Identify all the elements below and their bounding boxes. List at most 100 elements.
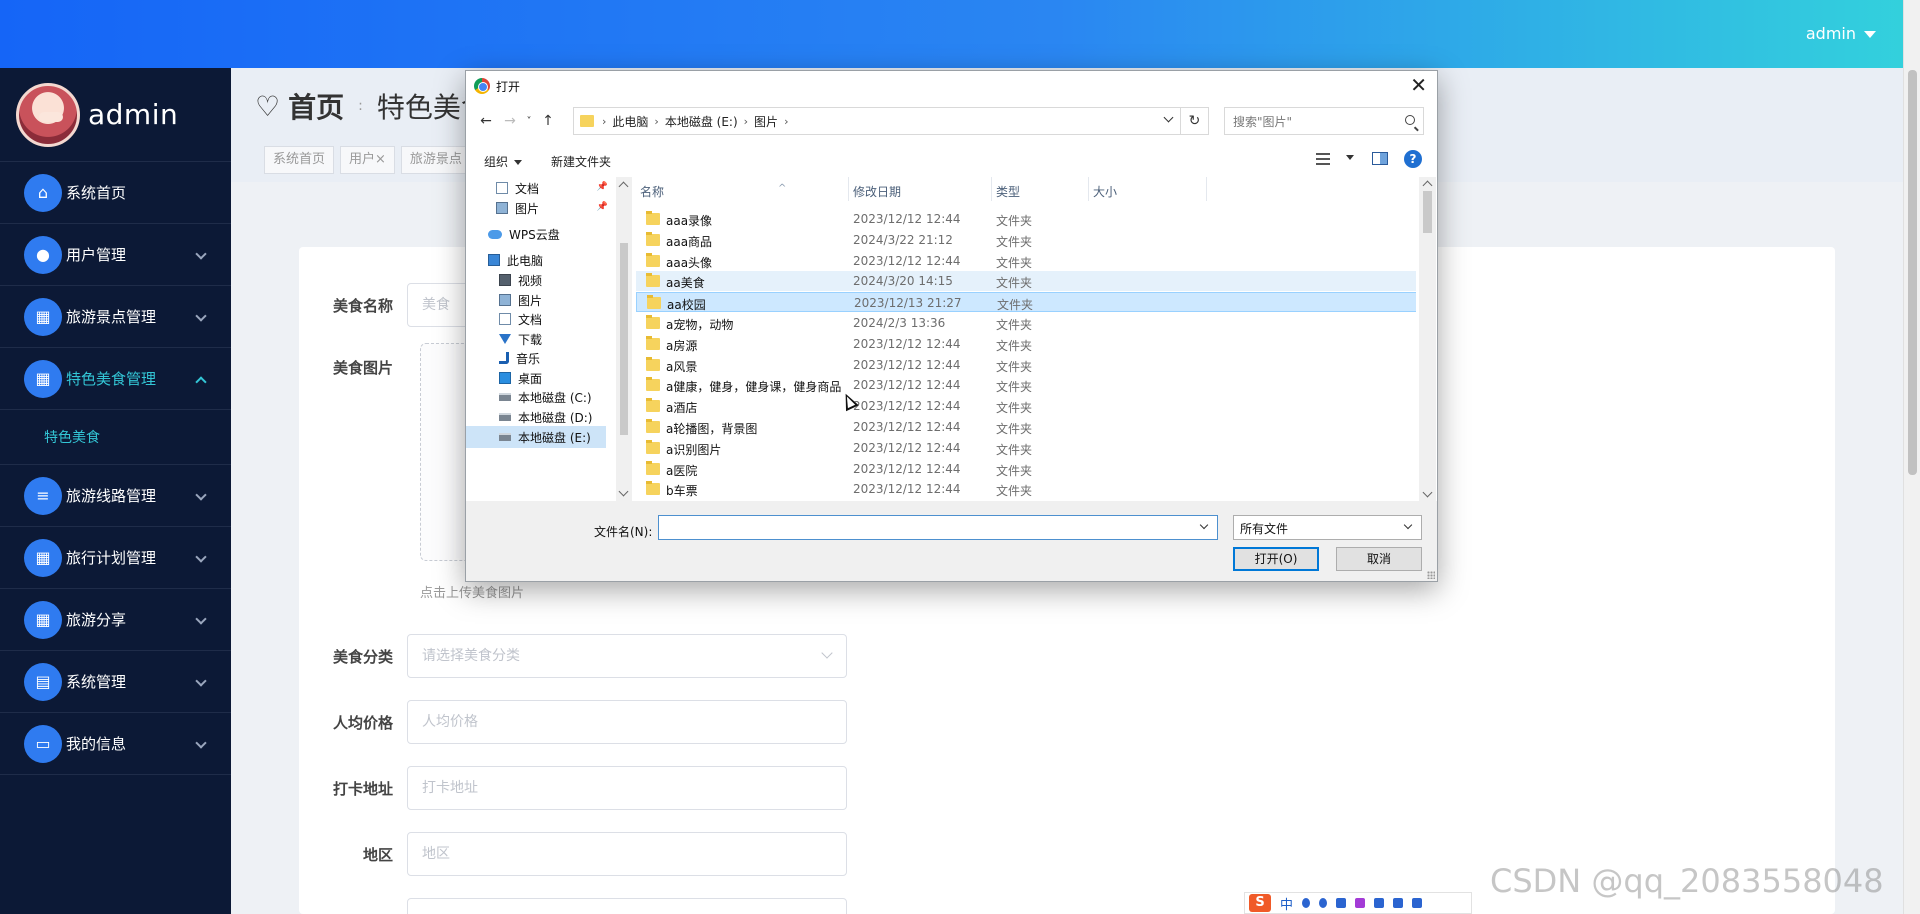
address-input[interactable]: [407, 766, 847, 810]
address-bar[interactable]: › 此电脑 › 本地磁盘 (E:) › 图片 ›: [573, 107, 1181, 135]
tree-item-label: 本地磁盘 (E:): [518, 430, 591, 445]
tree-item[interactable]: 音乐: [499, 347, 540, 369]
apps-icon[interactable]: [1393, 898, 1404, 908]
file-row[interactable]: b车票 2023/12/12 12:44 文件夹: [636, 479, 1416, 499]
help-icon[interactable]: ?: [1404, 150, 1422, 168]
organize-button[interactable]: 组织: [484, 153, 522, 170]
tag-2[interactable]: 旅游景点: [400, 146, 471, 174]
sidebar-item-7[interactable]: ▤ 系统管理: [0, 651, 231, 713]
preview-pane-icon[interactable]: [1372, 152, 1388, 165]
column-type[interactable]: 类型: [996, 183, 1020, 200]
cancel-button[interactable]: 取消: [1336, 547, 1422, 571]
file-row[interactable]: a酒店 2023/12/12 12:44 文件夹: [636, 396, 1416, 416]
pin-icon[interactable]: 📌: [597, 182, 608, 192]
sidebar-subitem-food[interactable]: 特色美食: [0, 410, 231, 465]
column-size[interactable]: 大小: [1093, 183, 1117, 200]
path-segment-0[interactable]: 此电脑: [612, 113, 648, 130]
grid-icon: ▦: [24, 297, 62, 336]
tree-item[interactable]: 本地磁盘 (C:): [499, 386, 592, 408]
list-scroll-up-icon[interactable]: [1422, 180, 1433, 191]
sidebar-item-1[interactable]: ● 用户管理: [0, 224, 231, 286]
tree-scroll-up-icon[interactable]: [618, 181, 629, 192]
tag-0[interactable]: 系统首页: [264, 146, 335, 174]
page-scrollbar[interactable]: [1903, 0, 1920, 914]
tag-1[interactable]: 用户×: [340, 146, 395, 174]
page-scrollbar-thumb[interactable]: [1908, 70, 1917, 475]
file-date: 2023/12/12 12:44: [853, 420, 961, 434]
filename-input[interactable]: [658, 515, 1218, 540]
list-scroll-thumb[interactable]: [1423, 191, 1432, 233]
tree-item[interactable]: 文档: [496, 177, 539, 199]
file-row[interactable]: aaa头像 2023/12/12 12:44 文件夹: [636, 251, 1416, 271]
file-row[interactable]: aa校园 2023/12/13 21:27 文件夹: [636, 292, 1416, 313]
sidebar-item-4[interactable]: ≡ 旅游线路管理: [0, 465, 231, 527]
sidebar-item-0[interactable]: ⌂ 系统首页: [0, 162, 231, 224]
punctuation-icon[interactable]: [1302, 898, 1311, 908]
robot-icon[interactable]: [1374, 898, 1385, 908]
file-row[interactable]: a健康，健身，健身课，健身商品 2023/12/12 12:44 文件夹: [636, 375, 1416, 395]
close-icon[interactable]: ✕: [1410, 73, 1427, 97]
path-segment-2[interactable]: 图片: [754, 113, 778, 130]
extra-input[interactable]: [407, 898, 847, 914]
sidebar-item-8[interactable]: ▭ 我的信息: [0, 713, 231, 775]
tree-scroll-down-icon[interactable]: [618, 486, 629, 497]
sidebar-item-6[interactable]: ▦ 旅游分享: [0, 589, 231, 651]
skin-icon[interactable]: [1355, 898, 1366, 908]
file-open-dialog: 打开 ✕ ← → ˅ ↑ › 此电脑 › 本地磁盘 (E:) › 图片 › ↻ …: [465, 70, 1438, 582]
food-category-select[interactable]: [407, 634, 847, 678]
breadcrumb-home[interactable]: 首页: [288, 86, 344, 126]
view-options-icon[interactable]: [1316, 152, 1354, 166]
back-icon[interactable]: ←: [474, 113, 498, 129]
file-type: 文件夹: [996, 338, 1033, 353]
keyboard-icon[interactable]: [1336, 898, 1347, 908]
file-row[interactable]: aa美食 2024/3/20 14:15 文件夹: [636, 271, 1416, 292]
tree-item[interactable]: WPS云盘: [488, 223, 560, 245]
filename-dropdown-icon[interactable]: [1199, 520, 1209, 530]
price-input[interactable]: [407, 700, 847, 744]
sidebar-item-5[interactable]: ▦ 旅行计划管理: [0, 527, 231, 589]
tree-item[interactable]: 视频: [499, 269, 542, 291]
sidebar-item-3[interactable]: ▦ 特色美食管理: [0, 348, 231, 410]
file-row[interactable]: a宠物，动物 2024/2/3 13:36 文件夹: [636, 313, 1416, 333]
microphone-icon[interactable]: [1319, 898, 1328, 908]
file-row[interactable]: a风景 2023/12/12 12:44 文件夹: [636, 355, 1416, 375]
up-icon[interactable]: ↑: [536, 113, 560, 129]
tree-scroll-thumb[interactable]: [620, 243, 628, 435]
path-segment-1[interactable]: 本地磁盘 (E:): [665, 113, 738, 130]
file-row[interactable]: aaa录像 2023/12/12 12:44 文件夹: [636, 209, 1416, 229]
sidebar-item-label: 旅行计划管理: [66, 549, 157, 567]
open-button[interactable]: 打开(O): [1233, 547, 1319, 571]
tree-item[interactable]: 文档: [499, 308, 542, 330]
search-box[interactable]: 搜索"图片": [1224, 107, 1424, 135]
file-row[interactable]: aaa商品 2024/3/22 21:12 文件夹: [636, 230, 1416, 250]
tree-item[interactable]: 此电脑: [488, 249, 543, 271]
tree-item[interactable]: 图片: [496, 197, 539, 219]
column-date[interactable]: 修改日期: [853, 183, 901, 200]
resize-grip-icon[interactable]: [1427, 571, 1435, 579]
tree-item[interactable]: 本地磁盘 (E:): [466, 426, 606, 448]
region-input[interactable]: [407, 832, 847, 876]
tree-scrollbar[interactable]: [616, 177, 632, 501]
file-row[interactable]: a轮播图，背景图 2023/12/12 12:44 文件夹: [636, 417, 1416, 437]
ime-lang[interactable]: 中: [1280, 894, 1293, 913]
user-menu[interactable]: admin: [1806, 24, 1876, 43]
column-name[interactable]: 名称: [640, 183, 664, 200]
tree-item[interactable]: 本地磁盘 (D:): [499, 406, 592, 428]
new-folder-button[interactable]: 新建文件夹: [551, 153, 611, 170]
file-row[interactable]: a房源 2023/12/12 12:44 文件夹: [636, 334, 1416, 354]
recent-dropdown-icon[interactable]: ˅: [522, 116, 536, 127]
file-row[interactable]: a医院 2023/12/12 12:44 文件夹: [636, 459, 1416, 479]
tree-item-label: 图片: [515, 201, 540, 216]
forward-icon[interactable]: →: [498, 113, 522, 129]
food-category-input[interactable]: [407, 634, 847, 678]
sogou-icon[interactable]: S: [1249, 894, 1271, 912]
file-list-scrollbar[interactable]: [1419, 177, 1436, 501]
address-dropdown-icon[interactable]: [1163, 112, 1174, 123]
filetype-select[interactable]: 所有文件: [1233, 515, 1422, 540]
list-scroll-down-icon[interactable]: [1422, 487, 1433, 498]
sidebar-item-2[interactable]: ▦ 旅游景点管理: [0, 286, 231, 348]
pin-icon[interactable]: 📌: [597, 202, 608, 212]
settings-icon[interactable]: [1412, 898, 1423, 908]
refresh-icon[interactable]: ↻: [1181, 107, 1209, 135]
file-row[interactable]: a识别图片 2023/12/12 12:44 文件夹: [636, 438, 1416, 458]
